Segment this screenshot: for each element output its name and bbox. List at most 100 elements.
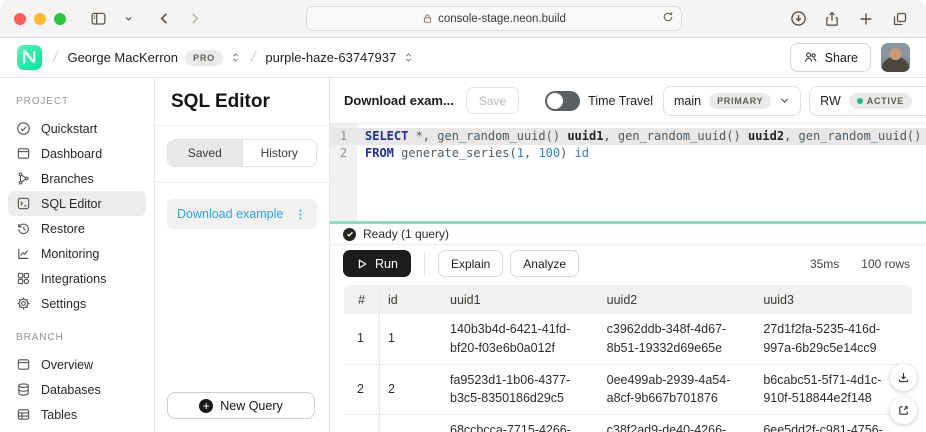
sidebar-item-settings[interactable]: Settings — [8, 291, 146, 316]
code-editor[interactable]: 1SELECT *, gen_random_uuid() uuid1, gen_… — [330, 124, 926, 221]
table-row[interactable]: 3368ccbcca-7715-4266-b6c5-9f7a14ea6e5ec3… — [344, 415, 912, 432]
code-text: FROM generate_series(1, 100) id — [357, 145, 589, 162]
code-line[interactable]: 2FROM generate_series(1, 100) id — [330, 145, 926, 162]
address-bar[interactable]: console-stage.neon.build — [306, 6, 682, 31]
compute-select[interactable]: RW ACTIVE — [809, 86, 926, 116]
ready-text: Ready (1 query) — [363, 227, 449, 241]
forward-button-icon[interactable] — [182, 7, 206, 31]
tab-saved[interactable]: Saved — [168, 140, 242, 166]
table-row[interactable]: 11140b3b4d-6421-41fd-bf20-f03e6b0a012fc3… — [344, 314, 912, 365]
downloads-icon[interactable] — [786, 7, 810, 31]
table-cell: c38f2ad9-de40-4266-a918-ae947c732ed0 — [599, 415, 756, 432]
reload-icon[interactable] — [662, 11, 674, 26]
editor-toolbar: Download exam... Save Time Travel main P… — [330, 78, 926, 124]
actions-divider — [424, 253, 425, 275]
sidebar-item-branches[interactable]: Branches — [8, 166, 146, 191]
column-header-uuid2[interactable]: uuid2 — [599, 285, 756, 314]
primary-badge: PRIMARY — [709, 93, 771, 109]
new-tab-icon[interactable] — [854, 7, 878, 31]
project-breadcrumb[interactable]: purple-haze-63747937 — [265, 50, 414, 65]
column-header-id[interactable]: id — [380, 285, 442, 314]
sidebar-item-tables[interactable]: Tables — [8, 402, 146, 427]
sidebar-item-quickstart[interactable]: Quickstart — [8, 116, 146, 141]
query-actions: Run Explain Analyze 35ms 100 rows — [330, 245, 926, 282]
column-header-row-number[interactable]: # — [344, 285, 380, 314]
sidebar-item-databases[interactable]: Databases — [8, 377, 146, 402]
query-item-label: Download example — [177, 207, 283, 221]
people-icon — [803, 50, 818, 65]
integrations-icon — [16, 271, 31, 286]
breadcrumb-separator: / — [249, 49, 257, 67]
column-header-uuid1[interactable]: uuid1 — [442, 285, 599, 314]
zoom-window-button[interactable] — [54, 13, 66, 25]
query-list-item[interactable]: Download example — [167, 199, 317, 229]
table-cell: 68ccbcca-7715-4266-b6c5-9f7a14ea6e5e — [442, 415, 599, 432]
share-button[interactable]: Share — [790, 43, 871, 72]
sidebar-item-label: Integrations — [41, 272, 106, 286]
saved-history-tabs: SavedHistory — [167, 139, 317, 167]
kebab-menu-icon[interactable] — [294, 208, 307, 221]
sidebar-item-integrations[interactable]: Integrations — [8, 266, 146, 291]
table-cell: 1 — [380, 314, 442, 365]
analyze-button[interactable]: Analyze — [510, 250, 579, 277]
table-cell: 2 — [344, 365, 380, 416]
chevron-down-icon[interactable] — [116, 7, 140, 31]
sidebar-item-dashboard[interactable]: Dashboard — [8, 141, 146, 166]
line-number: 2 — [330, 145, 357, 162]
table-cell: b6cabc51-5f71-4d1c-910f-518844e2f148 — [755, 365, 912, 416]
query-status-bar: Ready (1 query) — [330, 224, 926, 245]
column-header-uuid3[interactable]: uuid3 — [755, 285, 912, 314]
table-cell: c3962ddb-348f-4d67-8b51-19332d69e65e — [599, 314, 756, 365]
table-cell: fa9523d1-1b06-4377-b3c5-8350186d29c5 — [442, 365, 599, 416]
share-icon[interactable] — [820, 7, 844, 31]
sidebar-item-overview[interactable]: Overview — [8, 352, 146, 377]
sidebar-item-label: Databases — [41, 383, 101, 397]
sidebar-item-monitoring[interactable]: Monitoring — [8, 241, 146, 266]
sidebar-item-sql-editor[interactable]: SQL Editor — [8, 191, 146, 216]
play-icon — [356, 258, 368, 270]
sidebar-item-label: Tables — [41, 408, 77, 422]
sidebar-item-restore[interactable]: Restore — [8, 216, 146, 241]
org-breadcrumb[interactable]: George MacKerron PRO — [67, 50, 240, 66]
sidebar-toggle-icon[interactable] — [86, 7, 110, 31]
sidebar-item-label: SQL Editor — [41, 197, 102, 211]
plus-circle-icon: + — [199, 399, 213, 413]
branch-select[interactable]: main PRIMARY — [663, 86, 801, 116]
tab-overview-icon[interactable] — [888, 7, 912, 31]
check-circle-icon — [16, 121, 31, 136]
neon-logo[interactable] — [16, 44, 43, 71]
minimize-window-button[interactable] — [34, 13, 46, 25]
time-travel-toggle[interactable] — [545, 91, 580, 111]
line-number: 1 — [330, 128, 357, 145]
sidebar: PROJECT QuickstartDashboard Branches SQL Ed… — [0, 78, 155, 432]
query-title: Download exam... — [344, 93, 454, 108]
org-selector-icon[interactable] — [230, 51, 241, 64]
database-icon — [16, 382, 31, 397]
close-window-button[interactable] — [14, 13, 26, 25]
user-avatar[interactable] — [881, 43, 910, 72]
table-row[interactable]: 22fa9523d1-1b06-4377-b3c5-8350186d29c50e… — [344, 365, 912, 416]
sidebar-item-label: Branches — [41, 172, 94, 186]
browser-chrome: console-stage.neon.build — [0, 0, 926, 38]
back-button-icon[interactable] — [152, 7, 176, 31]
project-selector-icon[interactable] — [403, 51, 414, 64]
browser-window: console-stage.neon.build — [0, 0, 926, 432]
query-list-panel: SQL Editor SavedHistory Download example… — [155, 78, 330, 432]
save-button[interactable]: Save — [466, 87, 519, 114]
sidebar-item-label: Monitoring — [41, 247, 99, 261]
project-name: purple-haze-63747937 — [265, 50, 396, 65]
table-cell: 3 — [344, 415, 380, 432]
run-button[interactable]: Run — [343, 250, 411, 277]
sidebar-section-label: PROJECT — [0, 96, 154, 107]
sql-editor-panel: Download exam... Save Time Travel main P… — [330, 78, 926, 432]
tab-history[interactable]: History — [242, 140, 317, 166]
expand-results-button[interactable] — [890, 397, 917, 424]
explain-button[interactable]: Explain — [438, 250, 503, 277]
code-line[interactable]: 1SELECT *, gen_random_uuid() uuid1, gen_… — [330, 128, 926, 145]
results-table: #iduuid1uuid2uuid3 11140b3b4d-6421-41fd-… — [344, 285, 912, 432]
sidebar-item-roles[interactable]: Roles — [8, 427, 146, 432]
download-results-button[interactable] — [890, 364, 917, 391]
monitoring-chart-icon — [16, 246, 31, 261]
pro-badge: PRO — [185, 50, 223, 66]
new-query-button[interactable]: + New Query — [167, 392, 315, 419]
